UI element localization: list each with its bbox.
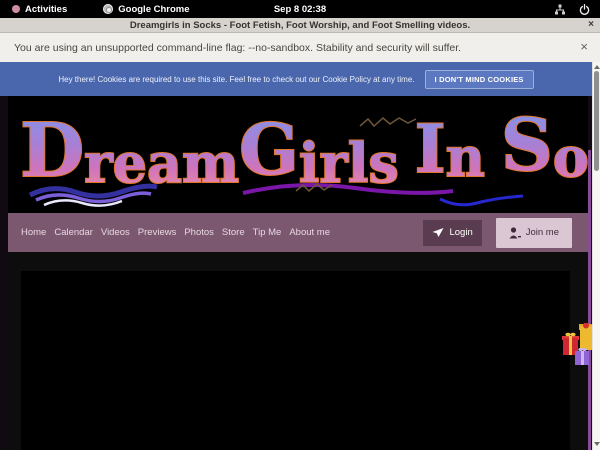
- nav-item-calendar[interactable]: Calendar: [54, 227, 93, 238]
- paper-plane-icon: [432, 227, 444, 238]
- site-logo: DreamGirlsInSocks: [8, 96, 588, 213]
- nav-item-previews[interactable]: Previews: [138, 227, 177, 238]
- scribble-top: [360, 118, 416, 126]
- nav-item-store[interactable]: Store: [222, 227, 245, 238]
- logo-text: DreamGirlsInSocks: [20, 102, 588, 195]
- infobar-close-icon[interactable]: ×: [580, 39, 588, 54]
- scrollbar[interactable]: [592, 62, 600, 450]
- nav-item-photos[interactable]: Photos: [184, 227, 214, 238]
- nav-item-aboutme[interactable]: About me: [289, 227, 330, 238]
- nav-item-home[interactable]: Home: [21, 227, 46, 238]
- login-button[interactable]: Login: [423, 220, 481, 246]
- scroll-down-icon[interactable]: [594, 442, 600, 446]
- content-panel: [21, 271, 570, 450]
- cookie-accept-button[interactable]: I DON'T MIND COOKIES: [425, 70, 534, 89]
- join-label: Join me: [526, 227, 559, 238]
- squiggle-blue: [440, 196, 523, 205]
- browser-title-bar: Dreamgirls in Socks - Foot Fetish, Foot …: [0, 18, 600, 33]
- nav-item-tipme[interactable]: Tip Me: [253, 227, 282, 238]
- main-nav: Home Calendar Videos Previews Photos Sto…: [8, 213, 588, 252]
- screen: Activities Google Chrome Sep 8 02:38 Dre…: [0, 0, 600, 450]
- main-content: [8, 252, 588, 450]
- page-edge-strip: [588, 150, 591, 450]
- infobar-message: You are using an unsupported command-lin…: [14, 42, 461, 54]
- clock[interactable]: Sep 8 02:38: [0, 4, 600, 15]
- network-tree-icon[interactable]: [554, 4, 566, 15]
- unsupported-flag-infobar: You are using an unsupported command-lin…: [0, 33, 600, 62]
- person-icon: [509, 227, 521, 239]
- tab-title: Dreamgirls in Socks - Foot Fetish, Foot …: [0, 20, 600, 31]
- logo-banner: DreamGirlsInSocks: [8, 96, 588, 213]
- nav-item-videos[interactable]: Videos: [101, 227, 130, 238]
- scroll-up-icon[interactable]: [594, 65, 600, 69]
- site-container: DreamGirlsInSocks Home Calendar Videos P…: [8, 96, 588, 450]
- cookie-consent-bar: Hey there! Cookies are required to use t…: [0, 62, 592, 96]
- scrollbar-thumb[interactable]: [594, 71, 599, 171]
- cookie-message: Hey there! Cookies are required to use t…: [58, 75, 414, 84]
- power-icon[interactable]: [579, 4, 590, 15]
- system-top-bar: Activities Google Chrome Sep 8 02:38: [0, 0, 600, 18]
- gift-boxes-icon[interactable]: [561, 323, 592, 369]
- login-label: Login: [449, 227, 472, 238]
- web-page: Hey there! Cookies are required to use t…: [0, 62, 592, 450]
- tab-close-icon[interactable]: ×: [588, 19, 594, 30]
- join-button[interactable]: Join me: [496, 218, 572, 248]
